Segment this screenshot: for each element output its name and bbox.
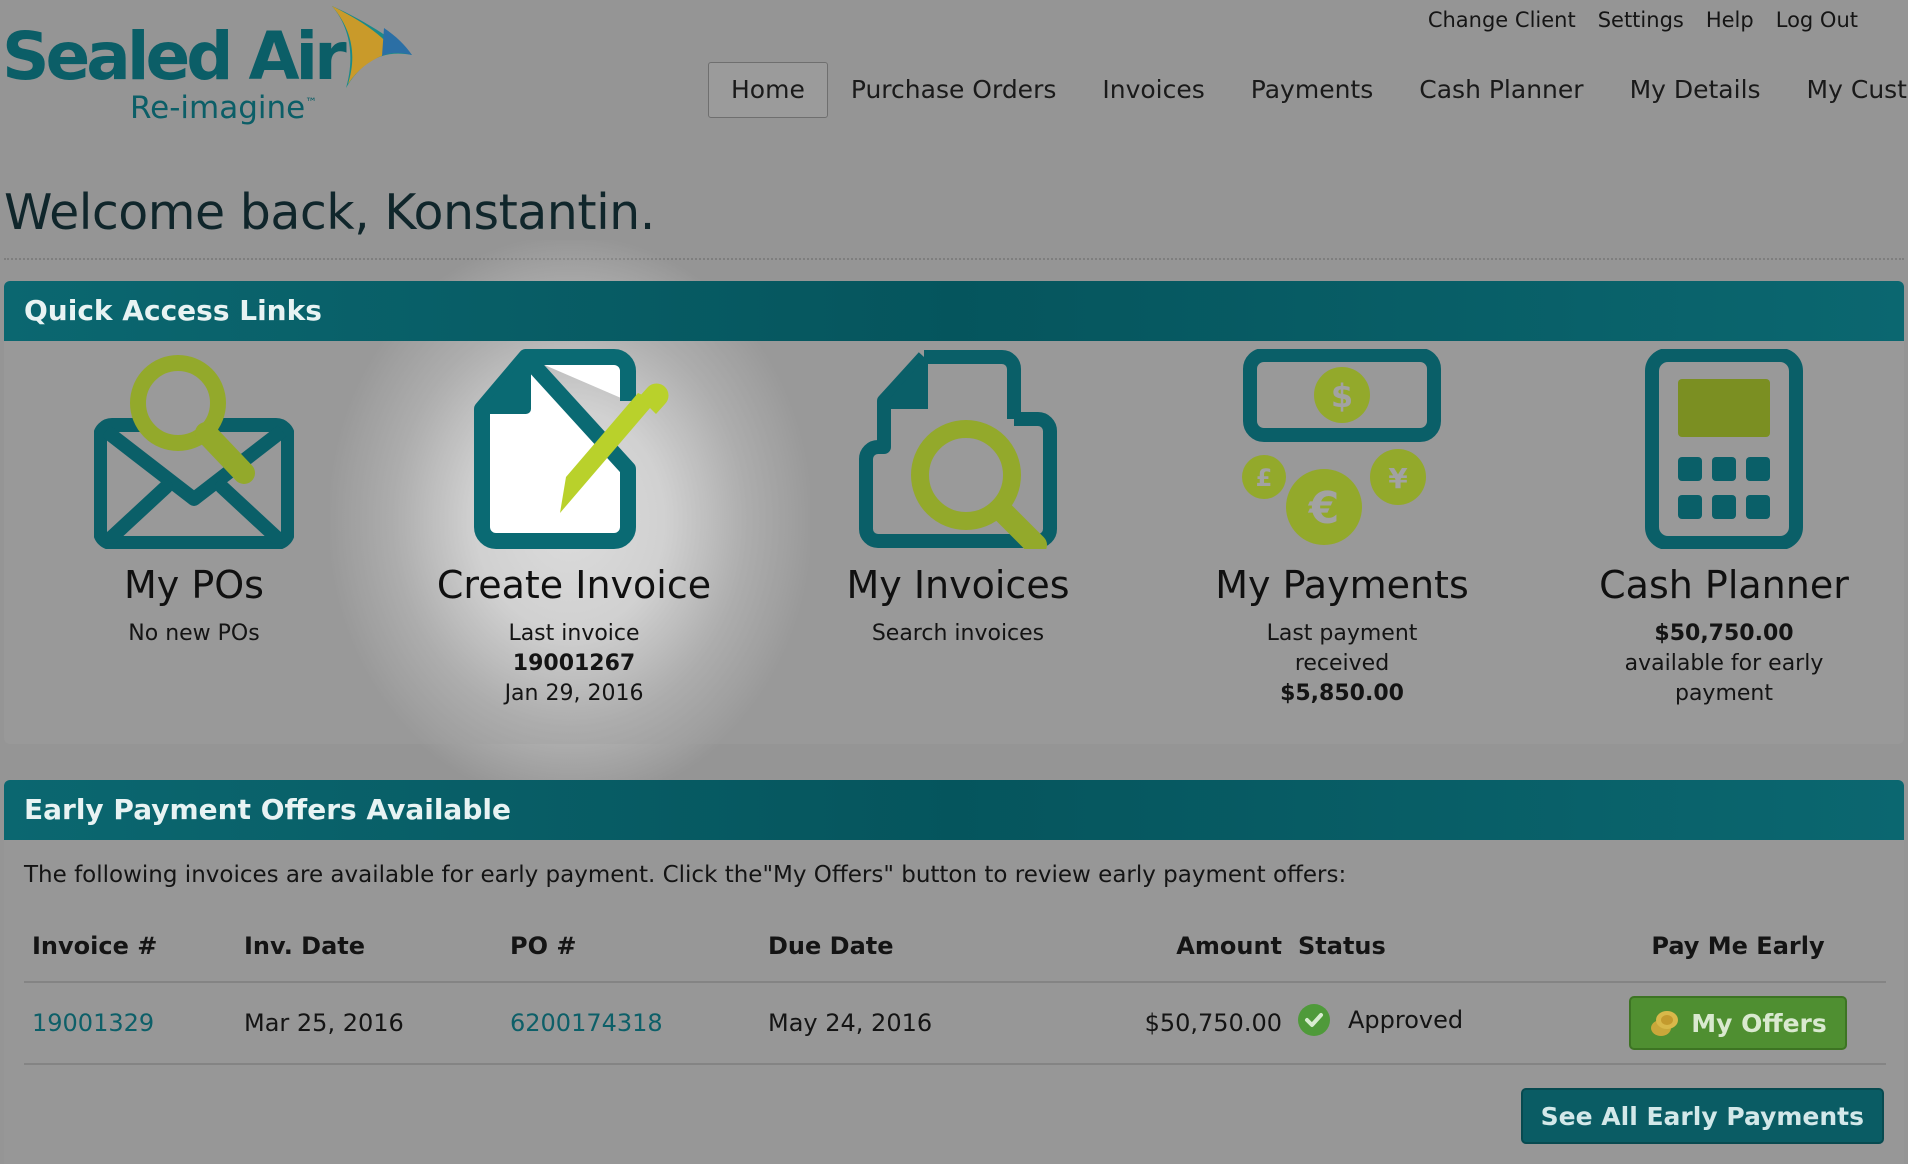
tile-my-pos-title: My POs bbox=[124, 563, 264, 607]
tile-create-invoice[interactable]: Create Invoice Last invoice 19001267 Jan… bbox=[384, 341, 764, 709]
action-cell: My Offers bbox=[1590, 982, 1886, 1065]
nav-my-customer[interactable]: My Customer bbox=[1784, 62, 1908, 118]
col-invoice: Invoice # bbox=[24, 910, 236, 983]
early-payment-table: Invoice # Inv. Date PO # Due Date Amount… bbox=[24, 910, 1886, 1065]
tile-cash-planner-subtitle: $50,750.00 available for early payment bbox=[1624, 621, 1824, 706]
help-link[interactable]: Help bbox=[1706, 8, 1754, 32]
nav-payments[interactable]: Payments bbox=[1228, 62, 1396, 118]
svg-text:¥: ¥ bbox=[1388, 462, 1408, 495]
early-payment-header: Early Payment Offers Available bbox=[4, 780, 1904, 840]
nav-cash-planner[interactable]: Cash Planner bbox=[1396, 62, 1606, 118]
tile-my-invoices-title: My Invoices bbox=[846, 563, 1070, 607]
utility-nav: Change Client Settings Help Log Out bbox=[1428, 8, 1858, 32]
nav-invoices[interactable]: Invoices bbox=[1079, 62, 1227, 118]
currency-icon: $ £ € ¥ bbox=[1242, 349, 1441, 545]
svg-text:€: € bbox=[1308, 483, 1340, 534]
logo-swoosh-icon bbox=[332, 6, 412, 88]
tile-create-invoice-title: Create Invoice bbox=[436, 563, 712, 607]
nav-home[interactable]: Home bbox=[708, 62, 828, 118]
tile-my-invoices[interactable]: My Invoices Search invoices bbox=[768, 341, 1148, 649]
settings-link[interactable]: Settings bbox=[1598, 8, 1684, 32]
early-payment-panel: Early Payment Offers Available The follo… bbox=[4, 780, 1904, 1164]
tile-my-payments[interactable]: $ £ € ¥ My Payments Last payment receive… bbox=[1152, 341, 1532, 709]
logo-tagline: Re-imagine™ bbox=[130, 90, 318, 126]
my-offers-button[interactable]: My Offers bbox=[1629, 996, 1847, 1050]
col-due-date: Due Date bbox=[760, 910, 1080, 983]
invoice-link[interactable]: 19001329 bbox=[32, 1009, 154, 1037]
logout-link[interactable]: Log Out bbox=[1776, 8, 1858, 32]
sealed-air-logo[interactable]: Sealed Air Re-imagine™ bbox=[2, 0, 412, 130]
my-offers-label: My Offers bbox=[1691, 1008, 1827, 1038]
approved-check-icon bbox=[1298, 1004, 1330, 1036]
calculator-icon bbox=[1645, 349, 1803, 549]
logo-wordmark: Sealed Air bbox=[2, 18, 347, 95]
coins-icon bbox=[1651, 1011, 1679, 1036]
col-inv-date: Inv. Date bbox=[236, 910, 502, 983]
document-pencil-icon bbox=[474, 349, 669, 549]
tile-cash-planner[interactable]: Cash Planner $50,750.00 available for ea… bbox=[1534, 341, 1904, 709]
quick-access-tiles: My POs No new POs Create Invoice Last in… bbox=[4, 341, 1904, 741]
document-search-icon bbox=[859, 350, 1057, 549]
amount-cell: $50,750.00 bbox=[1080, 982, 1290, 1065]
nav-my-details[interactable]: My Details bbox=[1607, 62, 1784, 118]
svg-text:$: $ bbox=[1331, 377, 1353, 415]
col-po: PO # bbox=[502, 910, 760, 983]
inv-date-cell: Mar 25, 2016 bbox=[236, 982, 502, 1065]
po-link[interactable]: 6200174318 bbox=[510, 1009, 663, 1037]
page: Sealed Air Re-imagine™ Change Client Set… bbox=[0, 0, 1908, 1164]
main-nav: Home Purchase Orders Invoices Payments C… bbox=[708, 62, 1908, 118]
col-pay-me-early: Pay Me Early bbox=[1590, 910, 1886, 983]
nav-purchase-orders[interactable]: Purchase Orders bbox=[828, 62, 1080, 118]
tile-my-pos-subtitle: No new POs bbox=[128, 621, 260, 646]
change-client-link[interactable]: Change Client bbox=[1428, 8, 1576, 32]
see-all-early-payments-button[interactable]: See All Early Payments bbox=[1520, 1088, 1884, 1144]
tile-my-payments-title: My Payments bbox=[1215, 563, 1469, 607]
tile-cash-planner-title: Cash Planner bbox=[1599, 563, 1849, 607]
due-date-cell: May 24, 2016 bbox=[760, 982, 1080, 1065]
svg-text:£: £ bbox=[1256, 464, 1273, 492]
tile-create-invoice-subtitle: Last invoice 19001267 Jan 29, 2016 bbox=[504, 621, 644, 706]
tile-my-payments-subtitle: Last payment received $5,850.00 bbox=[1266, 621, 1418, 706]
col-status: Status bbox=[1290, 910, 1590, 983]
divider bbox=[4, 258, 1904, 260]
status-label: Approved bbox=[1348, 1006, 1464, 1034]
tile-my-invoices-subtitle: Search invoices bbox=[871, 621, 1045, 646]
envelope-search-icon bbox=[94, 355, 294, 549]
quick-access-header: Quick Access Links bbox=[4, 281, 1904, 341]
status-cell: Approved bbox=[1290, 982, 1590, 1065]
quick-access-panel: Quick Access Links My POs No new POs Cre… bbox=[4, 281, 1904, 744]
welcome-heading: Welcome back, Konstantin. bbox=[4, 184, 655, 241]
col-amount: Amount bbox=[1080, 910, 1290, 983]
table-header-row: Invoice # Inv. Date PO # Due Date Amount… bbox=[24, 910, 1886, 983]
early-payment-intro: The following invoices are available for… bbox=[24, 862, 1347, 888]
tile-my-pos[interactable]: My POs No new POs bbox=[4, 341, 384, 649]
table-row: 19001329 Mar 25, 2016 6200174318 May 24,… bbox=[24, 982, 1886, 1065]
